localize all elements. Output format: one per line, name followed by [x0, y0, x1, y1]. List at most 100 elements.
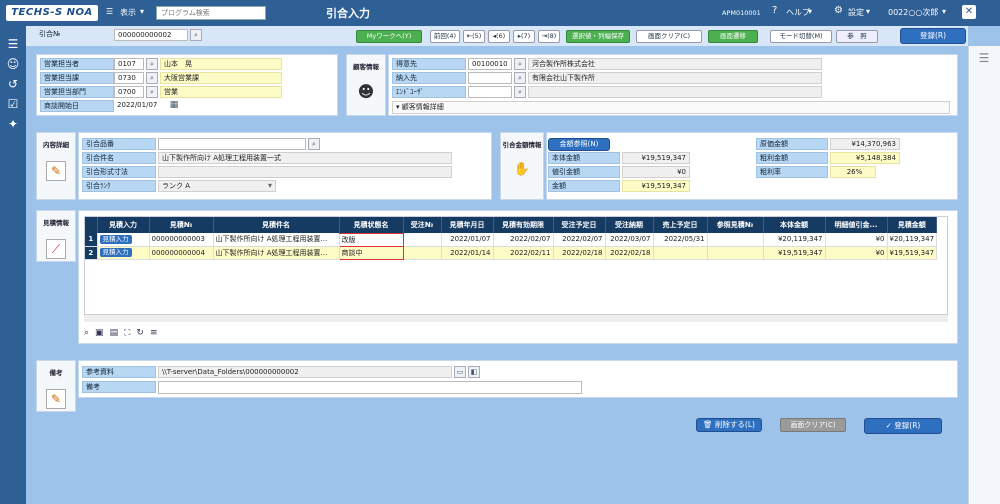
search-icon[interactable]: ⌕ [514, 58, 526, 70]
display-menu-icon[interactable]: ☰ [106, 7, 113, 16]
total-amount-label: 金額 [548, 180, 620, 192]
reference-doc-input[interactable]: \\T-server\Data_Folders\000000000002 [158, 366, 452, 378]
help-icon[interactable]: ? [772, 5, 777, 16]
search-icon[interactable]: ⌕ [514, 86, 526, 98]
menu-icon[interactable]: ☰ [975, 52, 993, 64]
estimate-input-button[interactable]: 見積入力 [99, 234, 132, 244]
edit-icon: ✎ [46, 161, 66, 181]
search-icon[interactable]: ⌕ [190, 29, 202, 41]
enduser-code[interactable] [468, 86, 512, 98]
sales-section-code[interactable]: 0730 [114, 72, 144, 84]
grid-header[interactable]: 見積年月日 [441, 217, 494, 233]
sales-dept-code[interactable]: 0700 [114, 86, 144, 98]
clear-screen-button-bottom[interactable]: 画面クリア(C) [780, 418, 846, 432]
program-search-input[interactable]: プログラム検索 [156, 6, 266, 20]
chevron-down-icon[interactable]: ▾ [140, 7, 144, 16]
estimate-input-cell: 見積入力 [97, 246, 150, 260]
gear-icon[interactable]: ⚙ [834, 5, 843, 16]
chevron-down-icon[interactable]: ▾ [268, 181, 272, 190]
delete-button-label: 削除する(L) [714, 420, 755, 429]
grid-header[interactable]: 見積金額 [887, 217, 938, 233]
grid-header[interactable]: 見積入力 [97, 217, 150, 233]
folder-icon[interactable]: ▭ [454, 366, 466, 378]
start-date-input[interactable]: 2022/01/07 [114, 100, 164, 112]
note-input[interactable] [158, 381, 582, 394]
estimate-grid: 見積入力 見積№ 見積件名 見積状態名 受注№ 見積年月日 見積有効期限 受注予… [85, 217, 938, 260]
grid-header[interactable]: 見積有効期限 [493, 217, 554, 233]
display-menu[interactable]: 表示 [120, 7, 136, 18]
grid-header[interactable]: 売上予定日 [653, 217, 708, 233]
close-icon[interactable]: ✕ [962, 5, 976, 19]
item-no-input[interactable] [158, 138, 306, 150]
rank-select[interactable]: ランク A [158, 180, 276, 192]
nav-first-button[interactable]: ⇤(5) [463, 30, 485, 43]
reference-button[interactable]: 参 照 [836, 30, 878, 43]
amount-ref-button[interactable]: 金額参照(N) [548, 138, 610, 151]
clear-screen-button[interactable]: 画面クリア(C) [636, 30, 702, 43]
search-icon[interactable]: ⌕ [514, 72, 526, 84]
nav-prev-button[interactable]: ◂(6) [488, 30, 510, 43]
grid-header[interactable]: 受注納期 [605, 217, 654, 233]
inquiry-no-input[interactable]: 000000000002 [114, 29, 188, 41]
user-menu[interactable]: 0022○○次郎 [888, 7, 938, 18]
puzzle-icon[interactable]: ✦ [5, 116, 21, 132]
estimate-input-button[interactable]: 見積入力 [99, 248, 132, 257]
customer-detail-toggle[interactable]: ▾ 顧客情報詳細 [392, 101, 950, 114]
chevron-down-icon[interactable]: ▾ [942, 7, 946, 16]
mode-switch-button[interactable]: モード切替(M) [770, 30, 832, 43]
estimate-subject: 山下製作所向け A処理工程用装置... [213, 246, 340, 260]
help-menu[interactable]: ヘルプ [786, 7, 810, 18]
save-selection-button[interactable]: 選択値・列幅保存 [566, 30, 630, 43]
user-list-icon[interactable]: ☺ [5, 56, 21, 72]
zoom-icon[interactable]: ⌕ [84, 328, 95, 338]
delivery-code[interactable] [468, 72, 512, 84]
settings-menu[interactable]: 設定 [848, 7, 864, 18]
spec-input[interactable] [158, 166, 452, 178]
refresh-icon[interactable]: ↻ [136, 328, 150, 338]
calendar-icon[interactable]: ▦ [168, 100, 180, 112]
nav-next-button[interactable]: ▸(7) [513, 30, 535, 43]
grid-header[interactable]: 本体金額 [763, 217, 826, 233]
table-row[interactable]: 2 見積入力 000000000004 山下製作所向け A処理工程用装置... … [85, 245, 938, 260]
list-icon[interactable]: ☰ [5, 36, 21, 52]
chevron-down-icon[interactable]: ▾ [258, 7, 262, 16]
prev-button[interactable]: 前回(4) [430, 30, 460, 43]
chevron-down-icon[interactable]: ▾ [866, 7, 870, 16]
fit-icon[interactable]: ⛶ [124, 328, 136, 338]
estimate-status: 商談中 [338, 245, 404, 260]
sales-rep-code[interactable]: 0107 [114, 58, 144, 70]
history-icon[interactable]: ↺ [5, 76, 21, 92]
my-work-button[interactable]: Myワークへ(Y) [356, 30, 422, 43]
grid-header[interactable]: 見積№ [149, 217, 214, 233]
table-row[interactable]: 1 見積入力 000000000003 山下製作所向け A処理工程用装置... … [85, 232, 938, 247]
grid-header[interactable]: 参照見積№ [707, 217, 764, 233]
page-title: 引合入力 [326, 7, 370, 20]
grid-header[interactable]: 明細値引金... [825, 217, 888, 233]
nav-last-button[interactable]: ⇥(8) [538, 30, 560, 43]
grid-header[interactable]: 見積件名 [213, 217, 340, 233]
screen-id: APM010001 [722, 9, 761, 17]
delivery-label: 納入先 [392, 72, 466, 84]
export-icon[interactable]: ▣ [95, 328, 110, 338]
columns-icon[interactable]: ≡ [150, 328, 164, 338]
grid-header[interactable]: 受注予定日 [553, 217, 606, 233]
spec-label: 引合形式寸法 [82, 166, 156, 178]
checklist-icon[interactable]: ☑ [5, 96, 21, 112]
register-button-bottom[interactable]: ✓ 登録(R) [864, 418, 942, 434]
grid-header[interactable]: 見積状態名 [339, 217, 404, 233]
subject-input[interactable]: 山下製作所向け A処理工程用装置一式 [158, 152, 452, 164]
search-icon[interactable]: ⌕ [146, 86, 158, 98]
chevron-down-icon[interactable]: ▾ [808, 7, 812, 16]
total-amount-value: ¥19,519,347 [622, 180, 690, 192]
search-icon[interactable]: ⌕ [146, 72, 158, 84]
excel-icon[interactable]: ▤ [110, 328, 125, 338]
delete-button[interactable]: 🗑 削除する(L) [696, 418, 762, 432]
grid-header[interactable]: 受注№ [403, 217, 442, 233]
search-icon[interactable]: ⌕ [146, 58, 158, 70]
open-file-icon[interactable]: ◧ [468, 366, 480, 378]
search-icon[interactable]: ⌕ [308, 138, 320, 150]
register-button[interactable]: 登録(R) [900, 28, 966, 44]
customer-code[interactable]: 00100010 [468, 58, 512, 70]
grid-horizontal-scrollbar[interactable] [84, 314, 948, 322]
screen-transition-button[interactable]: 画面遷移 [708, 30, 758, 43]
